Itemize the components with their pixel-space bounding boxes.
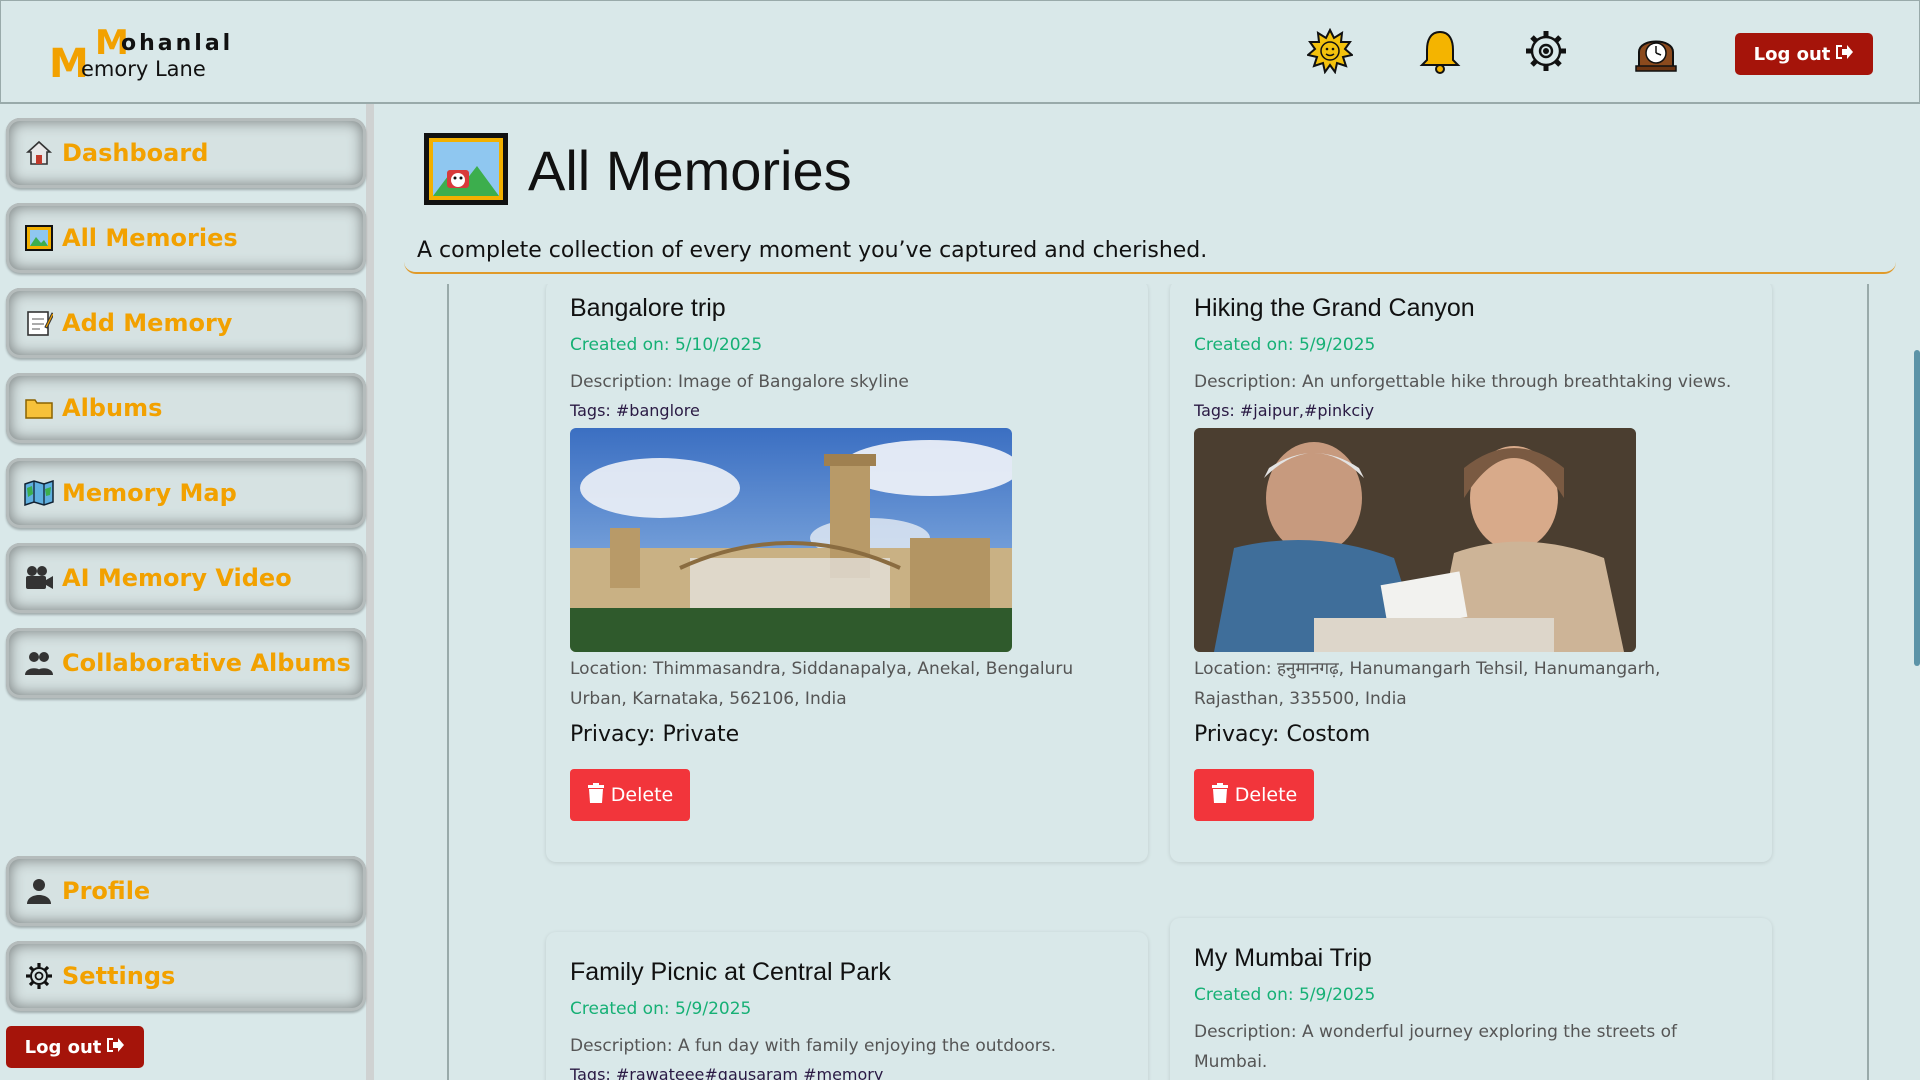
clock-icon[interactable] — [1632, 27, 1680, 75]
sign-out-icon — [1834, 43, 1854, 66]
sidebar-item-settings[interactable]: Settings — [6, 941, 366, 1011]
memory-tags: Tags: #banglore — [570, 401, 700, 420]
page-title: All Memories — [528, 139, 852, 202]
memory-title: My Mumbai Trip — [1194, 944, 1372, 972]
memory-created-date: Created on: 5/9/2025 — [1194, 985, 1376, 1005]
sidebar-item-label: AI Memory Video — [62, 564, 292, 592]
sidebar-item-label: Memory Map — [62, 479, 237, 507]
memory-description: Description: A wonderful journey explori… — [1194, 1022, 1677, 1072]
logo-word-top: ohanlal — [121, 31, 234, 56]
sidebar-item-label: Settings — [62, 962, 176, 990]
logout-label: Log out — [24, 1036, 102, 1058]
memory-tags: Tags: #jaipur,#pinkciy — [1194, 401, 1375, 420]
memory-title: Hiking the Grand Canyon — [1194, 294, 1475, 322]
memory-privacy: Privacy: Private — [570, 722, 740, 747]
sidebar-item-label: Add Memory — [62, 309, 233, 337]
gear-icon — [24, 961, 54, 991]
sidebar-item-add-memory[interactable]: Add Memory — [6, 288, 366, 358]
folder-icon — [24, 393, 54, 423]
header-divider — [404, 262, 1896, 274]
delete-label: Delete — [610, 784, 674, 806]
picture-icon — [24, 223, 54, 253]
memory-title: Bangalore trip — [570, 294, 726, 322]
sidebar-item-memory-map[interactable]: Memory Map — [6, 458, 366, 528]
map-icon — [24, 478, 54, 508]
sidebar-item-label: Albums — [62, 394, 163, 422]
trash-icon — [1211, 782, 1229, 808]
memory-tags: Tags: #rawateee#gausaram #memory — [570, 1065, 884, 1080]
sidebar-item-albums[interactable]: Albums — [6, 373, 366, 443]
sign-out-icon — [105, 1036, 125, 1059]
gear-icon[interactable] — [1522, 27, 1570, 75]
memory-description: Description: An unforgettable hike throu… — [1194, 372, 1732, 392]
sidebar-item-label: All Memories — [62, 224, 238, 252]
memo-icon — [24, 308, 54, 338]
memory-photo-couple[interactable] — [1194, 428, 1636, 652]
sidebar: Dashboard All Memories Add Memory Albums… — [0, 104, 374, 1080]
memory-created-date: Created on: 5/9/2025 — [1194, 335, 1376, 355]
house-icon — [24, 138, 54, 168]
sidebar-item-profile[interactable]: Profile — [6, 856, 366, 926]
sidebar-item-dashboard[interactable]: Dashboard — [6, 118, 366, 188]
page-subtitle: A complete collection of every moment yo… — [417, 238, 1208, 263]
memory-privacy: Privacy: Costom — [1194, 722, 1371, 747]
delete-button[interactable]: Delete — [1194, 769, 1314, 821]
person-icon — [24, 876, 54, 906]
bell-icon[interactable] — [1416, 27, 1464, 75]
memory-location: Location: Thimmasandra, Siddanapalya, An… — [570, 659, 1074, 709]
memory-photo-palace[interactable] — [570, 428, 1012, 652]
logo-word-bottom: emory Lane — [81, 57, 206, 81]
memory-card: Family Picnic at Central Park Created on… — [546, 932, 1148, 1080]
memory-created-date: Created on: 5/9/2025 — [570, 999, 752, 1019]
video-camera-icon — [24, 563, 54, 593]
logout-label: Log out — [1753, 43, 1831, 65]
page-scrollbar[interactable] — [1914, 350, 1920, 666]
memory-card: Bangalore trip Created on: 5/10/2025 Des… — [546, 284, 1148, 862]
memory-card: Hiking the Grand Canyon Created on: 5/9/… — [1170, 284, 1772, 862]
sidebar-item-label: Profile — [62, 877, 151, 905]
delete-label: Delete — [1234, 784, 1298, 806]
memory-description: Description: A fun day with family enjoy… — [570, 1036, 1057, 1056]
memory-location: Location: हनुमानगढ़, Hanumangarh Tehsil,… — [1194, 659, 1661, 709]
sidebar-item-label: Dashboard — [62, 139, 209, 167]
memory-created-date: Created on: 5/10/2025 — [570, 335, 763, 355]
delete-button[interactable]: Delete — [570, 769, 690, 821]
sidebar-item-ai-memory-video[interactable]: AI Memory Video — [6, 543, 366, 613]
all-memories-page-icon — [424, 133, 508, 205]
memory-title: Family Picnic at Central Park — [570, 958, 891, 986]
people-icon — [24, 648, 54, 678]
memory-card: My Mumbai Trip Created on: 5/9/2025 Desc… — [1170, 918, 1772, 1080]
app-logo[interactable]: M ohanlal M emory Lane — [49, 23, 269, 89]
sidebar-item-label: Collaborative Albums — [62, 649, 351, 677]
top-header: M ohanlal M emory Lane Log out — [0, 0, 1920, 104]
trash-icon — [587, 782, 605, 808]
sidebar-item-all-memories[interactable]: All Memories — [6, 203, 366, 273]
sidebar-item-collaborative-albums[interactable]: Collaborative Albums — [6, 628, 366, 698]
sidebar-logout-button[interactable]: Log out — [6, 1026, 144, 1068]
logout-button[interactable]: Log out — [1735, 33, 1873, 75]
memory-description: Description: Image of Bangalore skyline — [570, 372, 909, 392]
sun-icon[interactable] — [1306, 27, 1354, 75]
memories-grid: Bangalore trip Created on: 5/10/2025 Des… — [447, 284, 1869, 1080]
